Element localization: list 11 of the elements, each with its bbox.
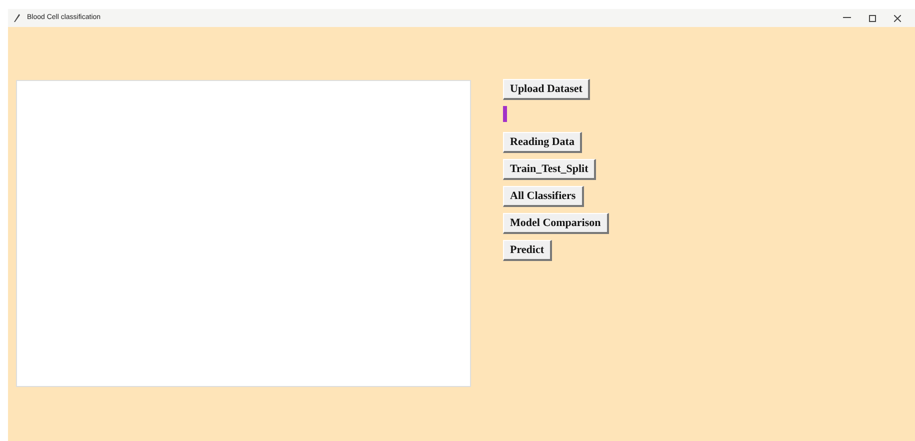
- action-button[interactable]: Predict: [503, 240, 552, 261]
- action-button[interactable]: Reading Data: [503, 132, 582, 153]
- feather-icon: [13, 13, 21, 23]
- action-button[interactable]: Upload Dataset: [503, 79, 590, 100]
- action-button[interactable]: All Classifiers: [503, 186, 584, 207]
- status-strip: [503, 106, 507, 122]
- minimize-icon[interactable]: [843, 17, 851, 19]
- action-button[interactable]: Train_Test_Split: [503, 159, 596, 180]
- maximize-icon[interactable]: [869, 14, 876, 22]
- close-icon[interactable]: [894, 14, 901, 22]
- action-button[interactable]: Model Comparison: [503, 213, 609, 234]
